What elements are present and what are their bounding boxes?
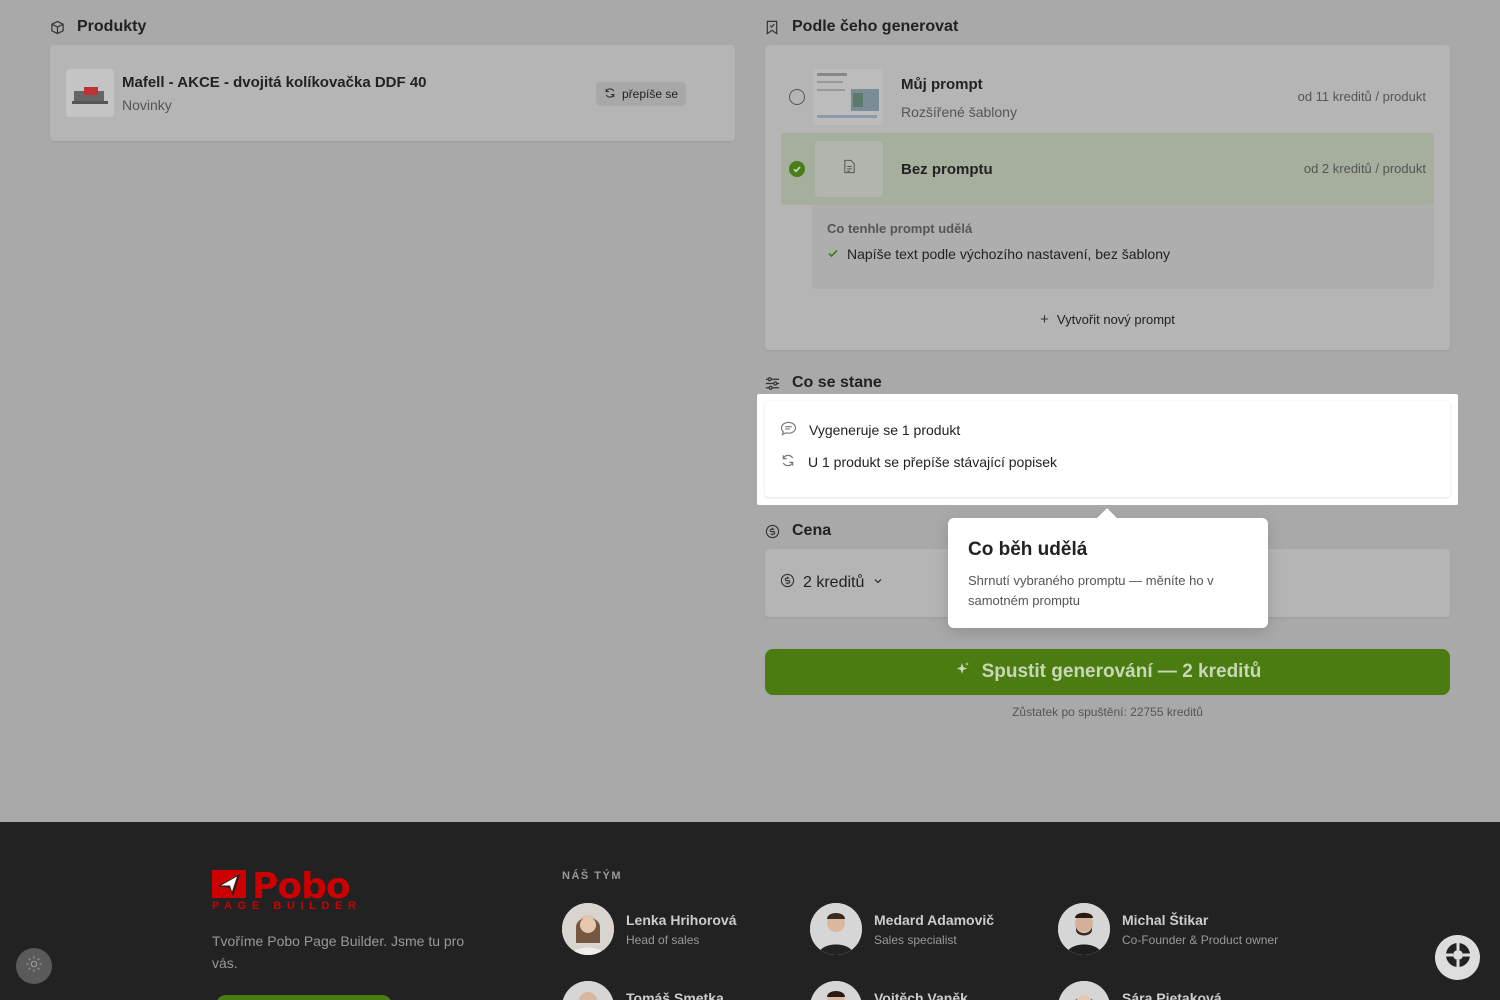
team-member: Sára Pietaková: [1058, 981, 1298, 1000]
prompt-detail-text: Napíše text podle výchozího nastavení, b…: [847, 246, 1170, 262]
happen-item: U 1 produkt se přepíše stávající popisek: [780, 453, 1057, 471]
run-generation-button[interactable]: Spustit generování — 2 kreditů: [765, 649, 1450, 695]
team-heading: NÁŠ TÝM: [562, 870, 622, 882]
box-icon: [49, 19, 65, 35]
prompt-detail-heading: Co tenhle prompt udělá: [827, 221, 973, 236]
team-member: Michal Štikar Co-Founder & Product owner: [1058, 903, 1298, 955]
lifebuoy-icon: [1444, 941, 1472, 974]
prompt-option-price: od 2 kreditů / produkt: [1303, 161, 1426, 176]
tooltip-title: Co běh udělá: [968, 539, 1088, 560]
price-value: 2 kreditů: [803, 574, 865, 591]
happen-card: Vygeneruje se 1 produkt U 1 produkt se p…: [765, 401, 1450, 497]
balance-text: Zůstatek po spuštění: 22755 kreditů: [1012, 705, 1203, 719]
member-role: Sales specialist: [874, 933, 957, 947]
document-icon: [843, 159, 856, 179]
prompt-option-no-prompt[interactable]: Bez promptu od 2 kreditů / produkt: [781, 133, 1434, 205]
footer-tagline: Tvoříme Pobo Page Builder. Jsme tu pro v…: [212, 933, 465, 971]
prompt-option-subtitle: Rozšířené šablony: [901, 104, 1017, 120]
prompt-card: Můj prompt Rozšířené šablony od 11 kredi…: [765, 45, 1450, 350]
prompt-option-title: Bez promptu: [901, 161, 993, 178]
happen-item-text: Vygeneruje se 1 produkt: [809, 422, 961, 438]
coin-icon: [764, 523, 780, 539]
prompt-heading: Podle čeho generovat: [764, 18, 958, 36]
product-name[interactable]: Mafell - AKCE - dvojitá kolíkovačka DDF …: [122, 74, 427, 91]
check-icon: [827, 246, 839, 262]
gear-icon: [25, 955, 43, 978]
logo-subtitle: PAGE BUILDER: [212, 900, 362, 912]
prompt-option-price: od 11 kreditů / produkt: [1297, 89, 1426, 104]
bookmark-icon: [764, 19, 780, 35]
team-member: Lenka Hrihorová Head of sales: [562, 903, 802, 955]
avatar: [810, 903, 862, 955]
sparkle-icon: [954, 661, 970, 683]
avatar: [810, 981, 862, 1000]
avatar: [562, 981, 614, 1000]
overwrite-chip: přepíše se: [596, 82, 687, 106]
refresh-icon: [780, 453, 796, 471]
team-member: Tomáš Smetka: [562, 981, 802, 1000]
prompt-option-title: Můj prompt: [901, 76, 983, 93]
tour-tooltip: Co běh udělá Shrnutí vybraného promptu —…: [948, 518, 1268, 628]
happen-heading: Co se stane: [764, 374, 882, 392]
happen-title: Co se stane: [792, 374, 882, 391]
member-name: Michal Štikar: [1122, 912, 1209, 928]
chevron-down-icon: [872, 574, 884, 592]
team-member: Vojtěch Vaněk: [810, 981, 1050, 1000]
footer: Pobo PAGE BUILDER Tvoříme Pobo Page Buil…: [0, 822, 1500, 1000]
sliders-icon: [764, 375, 780, 391]
radio-unchecked[interactable]: [789, 89, 805, 105]
happen-item: Vygeneruje se 1 produkt: [780, 421, 960, 439]
refresh-icon: [604, 87, 616, 102]
prompt-title: Podle čeho generovat: [792, 18, 959, 35]
member-name: Lenka Hrihorová: [626, 912, 737, 928]
create-prompt-button[interactable]: + Vytvořit nový prompt: [765, 311, 1450, 328]
member-name: Sára Pietaková: [1122, 990, 1222, 1000]
member-name: Tomáš Smetka: [626, 990, 724, 1000]
plus-icon: +: [1040, 311, 1049, 328]
happen-item-text: U 1 produkt se přepíše stávající popisek: [808, 454, 1058, 470]
radio-checked[interactable]: [789, 161, 805, 177]
member-name: Vojtěch Vaněk: [874, 990, 968, 1000]
price-heading: Cena: [764, 522, 831, 540]
run-generation-label: Spustit generování — 2 kreditů: [981, 661, 1262, 682]
product-category: Novinky: [122, 97, 172, 113]
prompt-thumbnail: [813, 69, 883, 125]
products-heading: Produkty: [49, 18, 146, 36]
product-card: Mafell - AKCE - dvojitá kolíkovačka DDF …: [50, 45, 735, 141]
footer-cta-button[interactable]: [216, 995, 392, 1000]
document-thumbnail: [815, 141, 883, 197]
avatar: [1058, 981, 1110, 1000]
team-member: Medard Adamovič Sales specialist: [810, 903, 1050, 955]
avatar: [1058, 903, 1110, 955]
logo-mark-icon: [212, 870, 246, 898]
prompt-detail-item: Napíše text podle výchozího nastavení, b…: [827, 246, 1170, 262]
member-role: Head of sales: [626, 933, 700, 947]
pobo-logo[interactable]: Pobo PAGE BUILDER: [212, 866, 356, 912]
avatar: [562, 903, 614, 955]
prompt-option-my-prompt[interactable]: Můj prompt Rozšířené šablony od 11 kredi…: [781, 61, 1434, 133]
member-role: Co-Founder & Product owner: [1122, 933, 1279, 947]
price-dropdown[interactable]: 2 kreditů: [780, 573, 884, 593]
products-title: Produkty: [77, 18, 147, 35]
message-icon: [780, 421, 797, 439]
coin-icon: [780, 573, 795, 593]
settings-button[interactable]: [16, 948, 52, 984]
create-prompt-label: Vytvořit nový prompt: [1056, 312, 1175, 327]
price-title: Cena: [792, 522, 832, 539]
product-thumbnail: [66, 69, 114, 117]
tooltip-body: Shrnutí vybraného promptu — měníte ho v …: [968, 573, 1214, 608]
prompt-detail-box: Co tenhle prompt udělá Napíše text podle…: [812, 205, 1434, 289]
overwrite-chip-label: přepíše se: [622, 87, 679, 101]
member-name: Medard Adamovič: [874, 912, 995, 928]
help-button[interactable]: [1435, 935, 1480, 980]
